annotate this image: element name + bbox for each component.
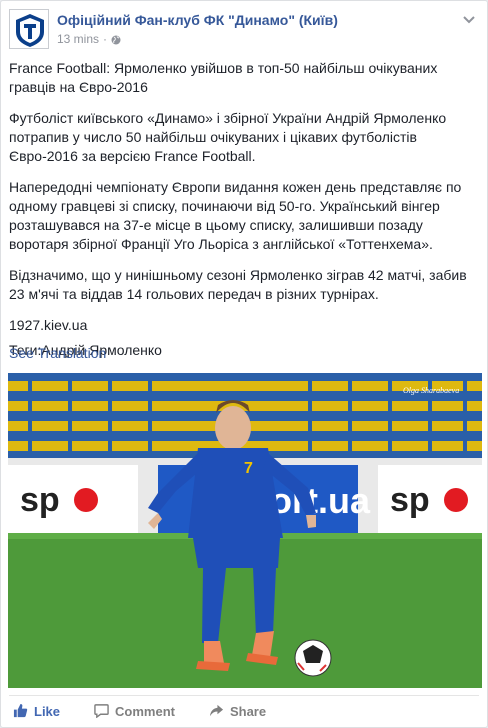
post-timestamp[interactable]: 13 mins bbox=[57, 32, 99, 46]
post-header: Офіційний Фан-клуб ФК "Динамо" (Київ) 13… bbox=[9, 9, 479, 51]
svg-text:sp: sp bbox=[20, 481, 60, 519]
post-photo[interactable]: sp sport.ua sp 7 bbox=[8, 373, 482, 688]
post-source: 1927.kiev.ua bbox=[9, 317, 88, 333]
jersey-number: 7 bbox=[244, 460, 253, 477]
globe-icon bbox=[111, 34, 121, 45]
comment-button[interactable]: Comment bbox=[94, 703, 175, 721]
post-paragraph: Відзначимо, що у нинішньому сезоні Ярмол… bbox=[9, 267, 467, 302]
like-icon bbox=[13, 703, 28, 721]
post-text: France Football: Ярмоленко увійшов в топ… bbox=[9, 59, 481, 366]
post-meta: 13 mins · bbox=[57, 32, 121, 46]
chevron-down-icon[interactable] bbox=[461, 11, 477, 27]
page-avatar[interactable] bbox=[9, 9, 49, 49]
share-label: Share bbox=[229, 704, 267, 719]
comment-label: Comment bbox=[115, 704, 175, 719]
photo-watermark: Olga Sharabaeva bbox=[403, 386, 459, 395]
post-actions-bar: Like Comment Share bbox=[9, 695, 479, 727]
football bbox=[294, 639, 332, 677]
see-translation-link[interactable]: See Translation bbox=[9, 345, 106, 361]
comment-icon bbox=[94, 703, 109, 721]
like-label: Like bbox=[34, 704, 61, 719]
share-icon bbox=[209, 703, 224, 721]
meta-dot: · bbox=[103, 32, 108, 46]
post-card: Офіційний Фан-клуб ФК "Динамо" (Київ) 13… bbox=[0, 0, 488, 728]
post-headline: France Football: Ярмоленко увійшов в топ… bbox=[9, 60, 438, 95]
like-button[interactable]: Like bbox=[13, 703, 60, 721]
share-button[interactable]: Share bbox=[209, 703, 266, 721]
svg-text:sp: sp bbox=[390, 481, 430, 519]
post-paragraph: Футболіст київського «Динамо» і збірної … bbox=[9, 110, 447, 164]
page-name-link[interactable]: Офіційний Фан-клуб ФК "Динамо" (Київ) bbox=[57, 12, 338, 28]
post-paragraph: Напередодні чемпіонату Європи видання ко… bbox=[9, 179, 462, 252]
